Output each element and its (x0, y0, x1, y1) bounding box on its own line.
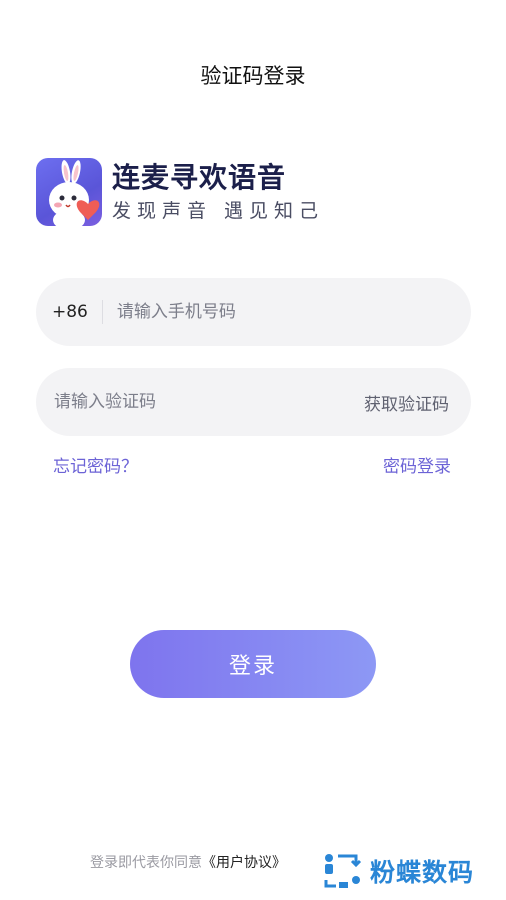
password-login-link[interactable]: 密码登录 (383, 452, 451, 477)
auth-links: 忘记密码？ 密码登录 (53, 452, 451, 477)
login-button[interactable]: 登录 (130, 630, 376, 698)
get-code-button[interactable]: 获取验证码 (364, 390, 449, 415)
app-slogan: 发现声音 遇见知己 (112, 200, 325, 222)
agreement-text: 登录即代表你同意《用户协议》 (90, 852, 286, 872)
watermark: 粉蝶数码 (322, 852, 474, 890)
verification-code-input[interactable] (54, 392, 284, 412)
country-code-prefix[interactable]: +86 (52, 302, 88, 322)
watermark-logo-icon (324, 854, 362, 888)
phone-input[interactable] (116, 302, 417, 322)
prefix-divider (101, 300, 103, 324)
forgot-password-link[interactable]: 忘记密码？ (53, 452, 138, 477)
app-logo-icon (36, 158, 102, 226)
watermark-text: 粉蝶数码 (370, 858, 475, 887)
brand-block: 连麦寻欢语音 发现声音 遇见知己 (36, 158, 324, 226)
app-name: 连麦寻欢语音 (112, 161, 287, 194)
phone-field: +86 (36, 278, 471, 346)
page-title: 验证码登录 (200, 64, 306, 88)
verification-code-field: 获取验证码 (36, 368, 471, 436)
user-agreement-link[interactable]: 《用户协议》 (202, 855, 286, 871)
agreement-prefix: 登录即代表你同意 (90, 855, 202, 871)
